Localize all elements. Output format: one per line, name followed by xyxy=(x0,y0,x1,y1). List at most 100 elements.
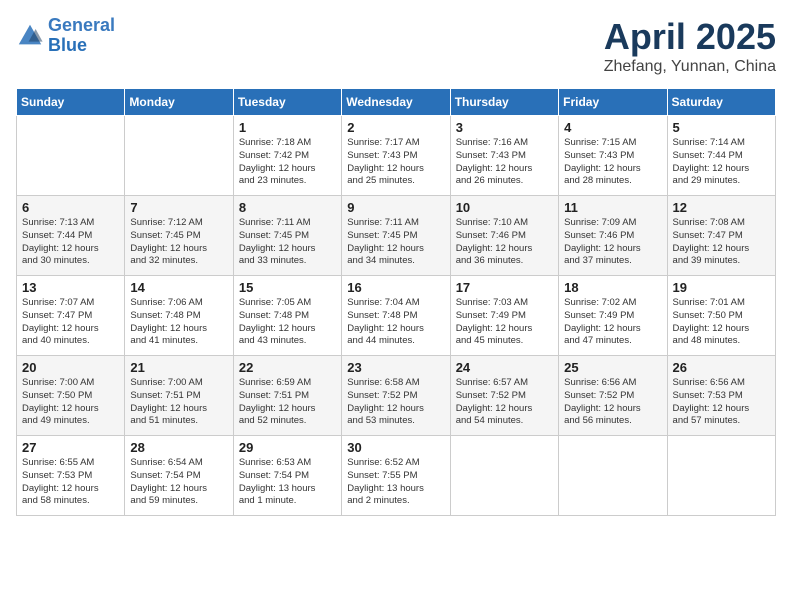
cell-content: Sunrise: 7:03 AMSunset: 7:49 PMDaylight:… xyxy=(456,297,553,348)
calendar-cell xyxy=(667,436,775,516)
day-number: 9 xyxy=(347,200,444,215)
cell-content: Sunrise: 7:09 AMSunset: 7:46 PMDaylight:… xyxy=(564,217,661,268)
day-number: 22 xyxy=(239,360,336,375)
day-number: 27 xyxy=(22,440,119,455)
calendar-cell: 1 Sunrise: 7:18 AMSunset: 7:42 PMDaylight… xyxy=(233,116,341,196)
day-number: 10 xyxy=(456,200,553,215)
weekday-header: Saturday xyxy=(667,89,775,116)
weekday-header: Tuesday xyxy=(233,89,341,116)
calendar-cell: 27 Sunrise: 6:55 AMSunset: 7:53 PMDayligh… xyxy=(17,436,125,516)
weekday-header: Sunday xyxy=(17,89,125,116)
calendar-cell: 20 Sunrise: 7:00 AMSunset: 7:50 PMDayligh… xyxy=(17,356,125,436)
day-number: 15 xyxy=(239,280,336,295)
cell-content: Sunrise: 7:04 AMSunset: 7:48 PMDaylight:… xyxy=(347,297,444,348)
calendar-cell: 21Sunrise: 7:00 AMSunset: 7:51 PMDayligh… xyxy=(125,356,233,436)
weekday-header: Friday xyxy=(559,89,667,116)
calendar-cell: 8 Sunrise: 7:11 AMSunset: 7:45 PMDaylight… xyxy=(233,196,341,276)
cell-content: Sunrise: 6:57 AMSunset: 7:52 PMDaylight:… xyxy=(456,377,553,428)
day-number: 20 xyxy=(22,360,119,375)
page-header: General Blue April 2025 Zhefang, Yunnan,… xyxy=(16,16,776,76)
cell-content: Sunrise: 6:56 AMSunset: 7:53 PMDaylight:… xyxy=(673,377,770,428)
calendar-cell: 10Sunrise: 7:10 AMSunset: 7:46 PMDayligh… xyxy=(450,196,558,276)
cell-content: Sunrise: 7:18 AMSunset: 7:42 PMDaylight:… xyxy=(239,137,336,188)
day-number: 5 xyxy=(673,120,770,135)
calendar-week-row: 6 Sunrise: 7:13 AMSunset: 7:44 PMDaylight… xyxy=(17,196,776,276)
day-number: 13 xyxy=(22,280,119,295)
cell-content: Sunrise: 6:56 AMSunset: 7:52 PMDaylight:… xyxy=(564,377,661,428)
day-number: 25 xyxy=(564,360,661,375)
cell-content: Sunrise: 7:17 AMSunset: 7:43 PMDaylight:… xyxy=(347,137,444,188)
day-number: 17 xyxy=(456,280,553,295)
cell-content: Sunrise: 7:00 AMSunset: 7:50 PMDaylight:… xyxy=(22,377,119,428)
cell-content: Sunrise: 7:16 AMSunset: 7:43 PMDaylight:… xyxy=(456,137,553,188)
day-number: 24 xyxy=(456,360,553,375)
calendar-cell: 30 Sunrise: 6:52 AMSunset: 7:55 PMDayligh… xyxy=(342,436,450,516)
day-number: 7 xyxy=(130,200,227,215)
calendar-cell: 13 Sunrise: 7:07 AMSunset: 7:47 PMDayligh… xyxy=(17,276,125,356)
day-number: 8 xyxy=(239,200,336,215)
day-number: 14 xyxy=(130,280,227,295)
day-number: 6 xyxy=(22,200,119,215)
calendar-cell: 24 Sunrise: 6:57 AMSunset: 7:52 PMDayligh… xyxy=(450,356,558,436)
cell-content: Sunrise: 7:07 AMSunset: 7:47 PMDaylight:… xyxy=(22,297,119,348)
logo-icon xyxy=(16,22,44,50)
cell-content: Sunrise: 7:14 AMSunset: 7:44 PMDaylight:… xyxy=(673,137,770,188)
day-number: 11 xyxy=(564,200,661,215)
day-number: 1 xyxy=(239,120,336,135)
logo: General Blue xyxy=(16,16,115,56)
calendar-cell: 28 Sunrise: 6:54 AMSunset: 7:54 PMDayligh… xyxy=(125,436,233,516)
day-number: 18 xyxy=(564,280,661,295)
day-number: 21 xyxy=(130,360,227,375)
calendar-cell: 23 Sunrise: 6:58 AMSunset: 7:52 PMDayligh… xyxy=(342,356,450,436)
cell-content: Sunrise: 7:05 AMSunset: 7:48 PMDaylight:… xyxy=(239,297,336,348)
cell-content: Sunrise: 7:06 AMSunset: 7:48 PMDaylight:… xyxy=(130,297,227,348)
day-number: 2 xyxy=(347,120,444,135)
weekday-header: Monday xyxy=(125,89,233,116)
calendar-cell: 26Sunrise: 6:56 AMSunset: 7:53 PMDayligh… xyxy=(667,356,775,436)
cell-content: Sunrise: 7:11 AMSunset: 7:45 PMDaylight:… xyxy=(347,217,444,268)
cell-content: Sunrise: 6:58 AMSunset: 7:52 PMDaylight:… xyxy=(347,377,444,428)
calendar-cell: 9 Sunrise: 7:11 AMSunset: 7:45 PMDaylight… xyxy=(342,196,450,276)
day-number: 29 xyxy=(239,440,336,455)
cell-content: Sunrise: 7:12 AMSunset: 7:45 PMDaylight:… xyxy=(130,217,227,268)
calendar-week-row: 13 Sunrise: 7:07 AMSunset: 7:47 PMDayligh… xyxy=(17,276,776,356)
calendar-cell: 2 Sunrise: 7:17 AMSunset: 7:43 PMDaylight… xyxy=(342,116,450,196)
calendar-cell: 14 Sunrise: 7:06 AMSunset: 7:48 PMDayligh… xyxy=(125,276,233,356)
weekday-header: Thursday xyxy=(450,89,558,116)
cell-content: Sunrise: 7:13 AMSunset: 7:44 PMDaylight:… xyxy=(22,217,119,268)
calendar-cell xyxy=(125,116,233,196)
calendar-cell: 19Sunrise: 7:01 AMSunset: 7:50 PMDayligh… xyxy=(667,276,775,356)
day-number: 30 xyxy=(347,440,444,455)
location: Zhefang, Yunnan, China xyxy=(604,58,776,76)
calendar-table: SundayMondayTuesdayWednesdayThursdayFrid… xyxy=(16,88,776,516)
calendar-cell xyxy=(17,116,125,196)
calendar-cell xyxy=(450,436,558,516)
calendar-cell: 11 Sunrise: 7:09 AMSunset: 7:46 PMDayligh… xyxy=(559,196,667,276)
calendar-cell: 18 Sunrise: 7:02 AMSunset: 7:49 PMDayligh… xyxy=(559,276,667,356)
cell-content: Sunrise: 6:54 AMSunset: 7:54 PMDaylight:… xyxy=(130,457,227,508)
day-number: 4 xyxy=(564,120,661,135)
cell-content: Sunrise: 6:52 AMSunset: 7:55 PMDaylight:… xyxy=(347,457,444,508)
day-number: 19 xyxy=(673,280,770,295)
day-number: 23 xyxy=(347,360,444,375)
calendar-week-row: 27 Sunrise: 6:55 AMSunset: 7:53 PMDayligh… xyxy=(17,436,776,516)
title-block: April 2025 Zhefang, Yunnan, China xyxy=(604,16,776,76)
day-number: 16 xyxy=(347,280,444,295)
month-title: April 2025 xyxy=(604,16,776,58)
calendar-cell: 7 Sunrise: 7:12 AMSunset: 7:45 PMDaylight… xyxy=(125,196,233,276)
calendar-cell: 16 Sunrise: 7:04 AMSunset: 7:48 PMDayligh… xyxy=(342,276,450,356)
calendar-header: SundayMondayTuesdayWednesdayThursdayFrid… xyxy=(17,89,776,116)
day-number: 28 xyxy=(130,440,227,455)
cell-content: Sunrise: 7:15 AMSunset: 7:43 PMDaylight:… xyxy=(564,137,661,188)
calendar-cell: 4 Sunrise: 7:15 AMSunset: 7:43 PMDaylight… xyxy=(559,116,667,196)
cell-content: Sunrise: 7:08 AMSunset: 7:47 PMDaylight:… xyxy=(673,217,770,268)
calendar-week-row: 20 Sunrise: 7:00 AMSunset: 7:50 PMDayligh… xyxy=(17,356,776,436)
calendar-week-row: 1 Sunrise: 7:18 AMSunset: 7:42 PMDaylight… xyxy=(17,116,776,196)
cell-content: Sunrise: 6:55 AMSunset: 7:53 PMDaylight:… xyxy=(22,457,119,508)
calendar-cell xyxy=(559,436,667,516)
calendar-cell: 6 Sunrise: 7:13 AMSunset: 7:44 PMDaylight… xyxy=(17,196,125,276)
day-number: 12 xyxy=(673,200,770,215)
cell-content: Sunrise: 6:59 AMSunset: 7:51 PMDaylight:… xyxy=(239,377,336,428)
cell-content: Sunrise: 7:02 AMSunset: 7:49 PMDaylight:… xyxy=(564,297,661,348)
cell-content: Sunrise: 7:11 AMSunset: 7:45 PMDaylight:… xyxy=(239,217,336,268)
